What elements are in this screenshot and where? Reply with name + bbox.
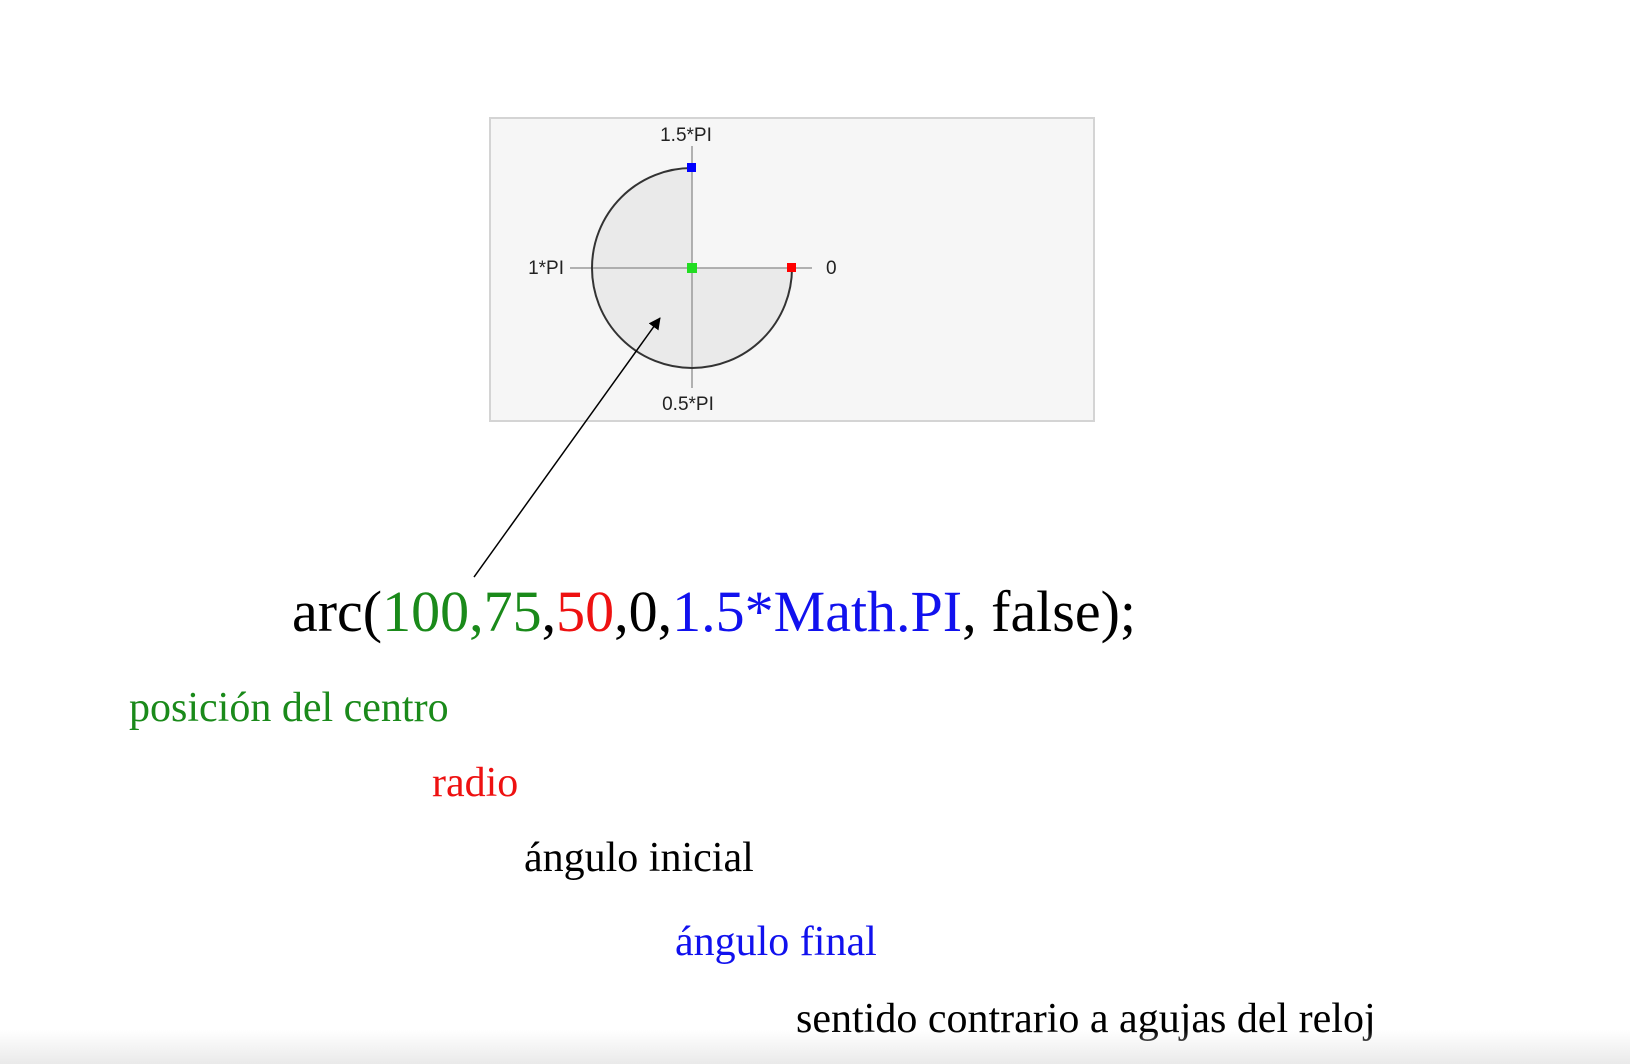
label-left: 1*PI bbox=[528, 258, 564, 279]
code-start-angle: 0 bbox=[628, 579, 658, 644]
code-comma-2: , bbox=[541, 579, 557, 644]
end-angle-marker bbox=[687, 163, 696, 172]
code-comma-3: , bbox=[614, 579, 629, 644]
label-right: 0 bbox=[826, 258, 837, 279]
code-center-y: 75 bbox=[483, 579, 542, 644]
label-bottom: 0.5*PI bbox=[662, 394, 714, 415]
start-angle-marker bbox=[787, 263, 796, 272]
caption-center: posición del centro bbox=[129, 685, 449, 731]
code-end-angle: 1.5*Math.PI bbox=[672, 579, 963, 644]
center-marker bbox=[687, 263, 697, 273]
code-radius: 50 bbox=[556, 579, 615, 644]
label-top: 1.5*PI bbox=[660, 125, 712, 146]
caption-radius: radio bbox=[432, 760, 519, 806]
code-comma-4: , bbox=[657, 579, 673, 644]
code-comma-1: , bbox=[469, 579, 484, 644]
arc-code-line: arc(100,75,50,0,1.5*Math.PI, false); bbox=[292, 576, 1136, 648]
arc-diagram: 1.5*PI 1*PI 0 0.5*PI bbox=[473, 117, 1095, 578]
code-center-x: 100 bbox=[382, 579, 470, 644]
code-prefix: arc( bbox=[292, 579, 383, 644]
bottom-fade bbox=[0, 1030, 1630, 1064]
code-suffix: , false); bbox=[962, 579, 1137, 644]
caption-end-angle: ángulo final bbox=[675, 919, 877, 965]
caption-start-angle: ángulo inicial bbox=[524, 835, 754, 881]
